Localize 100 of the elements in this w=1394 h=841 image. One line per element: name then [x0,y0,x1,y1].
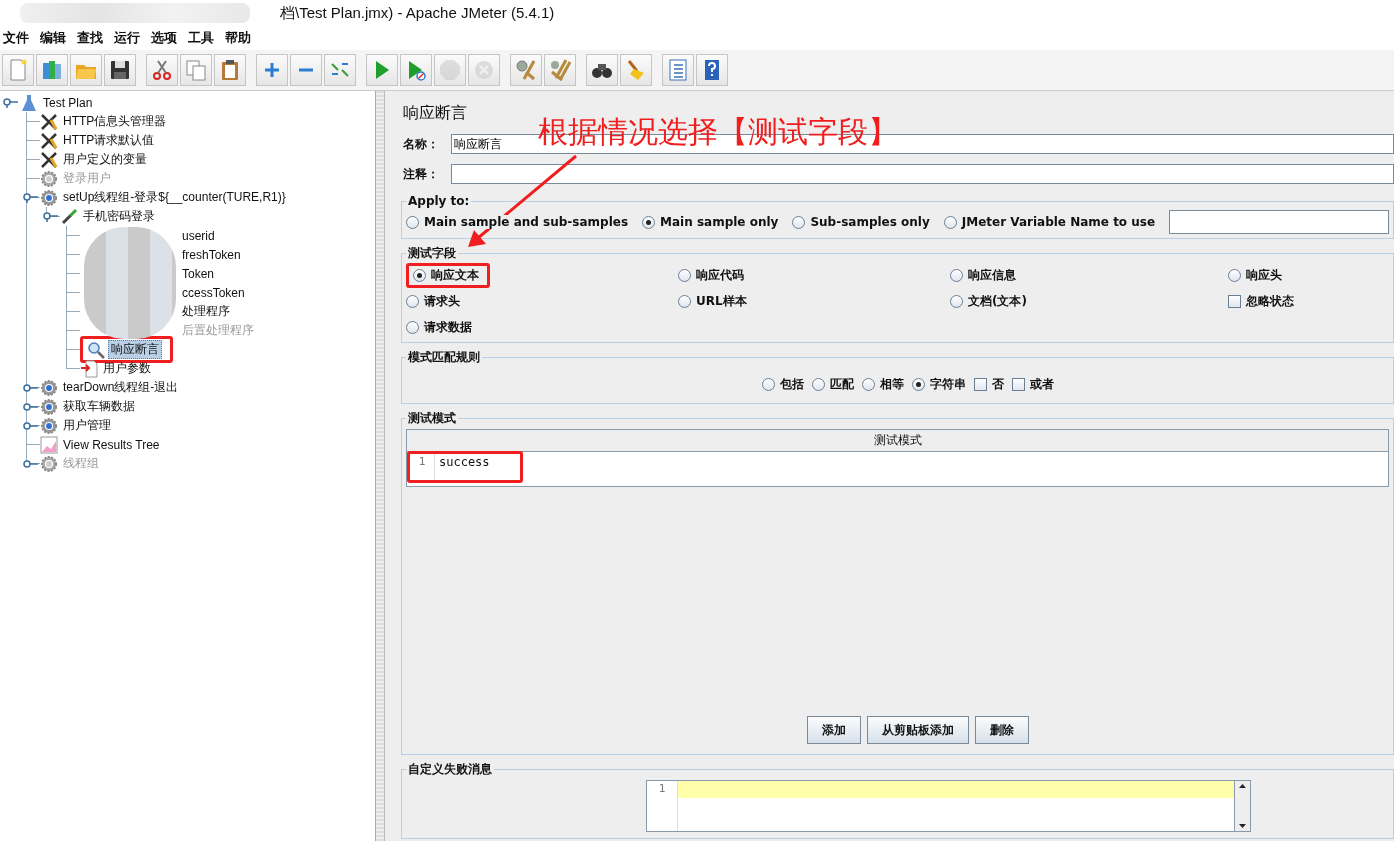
expanded-toggle-icon[interactable] [43,211,59,222]
radio-button[interactable] [406,215,419,229]
radio-button[interactable] [678,268,691,282]
checkbox[interactable] [1011,378,1025,391]
expanded-toggle-icon[interactable] [3,97,19,108]
radio-button[interactable] [678,294,691,308]
radio-button[interactable] [911,378,925,391]
collapsed-toggle-icon[interactable] [23,382,39,393]
menu-item[interactable]: 编辑 [39,27,72,49]
templates-button[interactable] [36,54,68,86]
brooms-icon [548,58,572,82]
menu-item[interactable]: 工具 [187,27,220,49]
tree-item[interactable]: Test Plan [41,95,95,110]
tree-item[interactable]: 获取车辆数据 [61,398,137,415]
radio-button[interactable] [792,215,806,229]
line-number: 1 [410,454,435,480]
tree-item[interactable]: 响应断言 [108,340,162,359]
radio-button[interactable] [811,378,825,391]
radio-button[interactable] [406,320,419,334]
menu-item[interactable]: 文件 [2,27,35,49]
radio-button[interactable] [413,268,426,282]
radio-button[interactable] [950,294,963,308]
option-label: 或者 [1029,376,1054,393]
radio-button[interactable] [406,294,419,308]
expand-button[interactable] [256,54,288,86]
tree-item[interactable]: 用户管理 [61,417,113,434]
copy-icon [184,58,208,82]
tree-item[interactable]: ccessToken [180,285,247,300]
add-button[interactable]: 添加 [806,716,861,744]
tree-item[interactable]: 用户定义的变量 [61,151,149,168]
tree-connector [26,169,41,188]
down-arrow-icon[interactable] [1236,821,1249,831]
radio-button[interactable] [642,215,656,229]
function-helper-button[interactable] [662,54,694,86]
option-label: 文档(文本) [968,292,1027,310]
tree-item[interactable]: Token [180,266,217,281]
scissors-icon [150,58,174,82]
group-title: 测试模式 [407,410,457,427]
collapse-button[interactable] [290,54,322,86]
tree-item[interactable]: View Results Tree [61,437,162,452]
paste-button[interactable] [214,54,246,86]
message-editor[interactable]: 1 [646,780,1251,832]
radio-button[interactable] [943,215,957,229]
pattern-text[interactable]: success [435,455,520,479]
start-no-pauses-button[interactable] [400,54,432,86]
new-file-button[interactable] [2,54,34,86]
radio-button[interactable] [861,378,875,391]
tree-item[interactable]: setUp线程组-登录${__counter(TURE,R1)} [61,189,288,206]
radio-button[interactable] [761,378,775,391]
panel-title: 响应断言 [403,103,468,124]
line-number: 1 [657,781,667,795]
scrollbar[interactable] [1234,781,1250,831]
tree-item[interactable]: 手机密码登录 [81,208,157,225]
search-button[interactable] [586,54,618,86]
tree-item[interactable]: tearDown线程组-退出 [61,379,181,396]
menu-item[interactable]: 帮助 [224,27,257,49]
tree-item[interactable]: HTTP信息头管理器 [61,113,169,130]
field-label: 名称： [403,135,440,153]
start-button[interactable] [366,54,398,86]
tree-item[interactable]: 用户参数 [101,360,153,377]
tree-connector [66,302,81,321]
collapsed-toggle-icon[interactable] [23,420,39,431]
tree-item[interactable]: HTTP请求默认值 [61,132,157,149]
option-label: 响应信息 [968,266,1016,284]
reset-search-button[interactable] [620,54,652,86]
radio-button[interactable] [1228,268,1241,282]
option-label: 响应头 [1246,266,1282,284]
cut-button[interactable] [146,54,178,86]
clear-button[interactable] [510,54,542,86]
tree-connector [66,226,81,245]
save-button[interactable] [104,54,136,86]
option-label: 响应文本 [431,266,479,284]
tree-item[interactable]: 处理程序 [180,303,232,320]
option-label: 包括 [779,376,804,393]
comment-field[interactable] [451,164,1394,184]
delete-button[interactable]: 删除 [974,716,1029,744]
option-label: JMeter Variable Name to use [961,215,1156,229]
variable-name-field[interactable] [1169,210,1389,234]
toggle-button[interactable] [324,54,356,86]
option-label: 否 [991,376,1004,393]
radio-button[interactable] [950,268,963,282]
tree-connector [26,112,41,131]
tree-item[interactable]: freshToken [180,247,243,262]
help-button[interactable] [696,54,728,86]
expanded-toggle-icon[interactable] [23,192,39,203]
option-label: Main sample only [660,215,779,229]
add-from-clipboard-button[interactable]: 从剪贴板添加 [866,716,969,744]
up-arrow-icon[interactable] [1236,781,1249,791]
option-label: 忽略状态 [1246,292,1294,310]
tree-connector [66,283,81,302]
checkbox[interactable] [973,378,987,391]
clear-all-button[interactable] [544,54,576,86]
tree-item[interactable]: userid [180,228,217,243]
menu-item[interactable]: 选项 [150,27,183,49]
menu-item[interactable]: 查找 [76,27,109,49]
option-label: 响应代码 [696,266,744,284]
tree-connector [26,150,41,169]
menu-item[interactable]: 运行 [113,27,146,49]
collapsed-toggle-icon[interactable] [23,401,39,412]
checkbox[interactable] [1228,294,1241,308]
